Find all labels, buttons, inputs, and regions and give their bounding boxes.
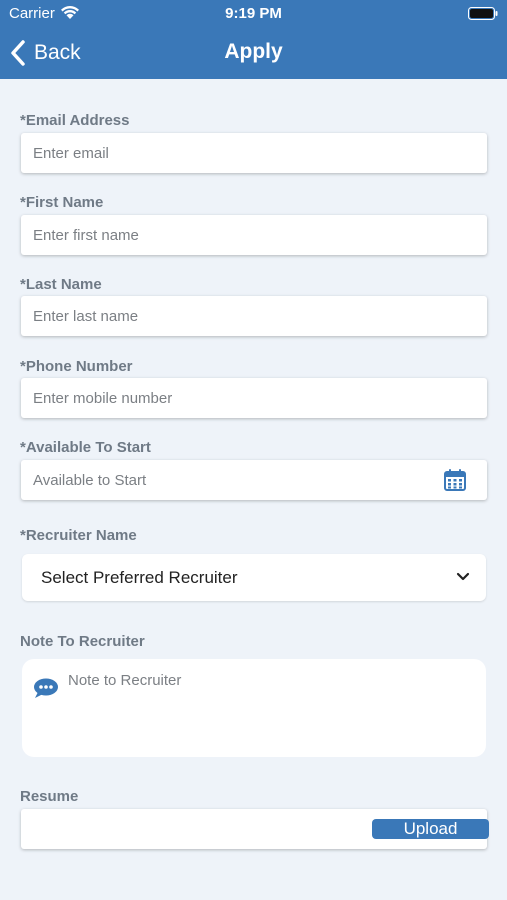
last-name-label: *Last Name (20, 276, 102, 293)
page-title: Apply (224, 40, 283, 63)
first-name-field[interactable] (21, 215, 487, 255)
note-label: Note To Recruiter (20, 633, 145, 650)
status-time: 9:19 PM (225, 5, 282, 22)
start-date-field-container (21, 460, 487, 500)
note-field[interactable] (68, 672, 473, 748)
note-field-container (22, 659, 486, 757)
first-name-label: *First Name (20, 194, 104, 211)
recruiter-select[interactable]: Select Preferred Recruiter (22, 554, 486, 601)
first-name-field-container (21, 215, 487, 255)
chat-icon (34, 678, 58, 698)
recruiter-select-value: Select Preferred Recruiter (41, 568, 238, 587)
phone-label: *Phone Number (20, 358, 133, 375)
email-field[interactable] (21, 133, 487, 173)
email-label: *Email Address (20, 112, 130, 129)
last-name-field-container (21, 296, 487, 336)
battery-icon (468, 7, 498, 20)
chevron-down-icon (456, 572, 470, 581)
recruiter-label: *Recruiter Name (20, 527, 137, 544)
email-field-container (21, 133, 487, 173)
phone-field[interactable] (21, 378, 487, 418)
last-name-field[interactable] (21, 296, 487, 336)
calendar-icon[interactable] (443, 468, 467, 492)
start-date-field[interactable] (21, 460, 487, 500)
start-date-label: *Available To Start (20, 439, 151, 456)
resume-field: Upload (21, 809, 489, 849)
status-bar: Carrier 9:19 PM (0, 0, 507, 28)
resume-label: Resume (20, 788, 79, 805)
phone-field-container (21, 378, 487, 418)
nav-header: Carrier 9:19 PM Back Apply (0, 0, 507, 79)
upload-button[interactable]: Upload (372, 819, 489, 839)
